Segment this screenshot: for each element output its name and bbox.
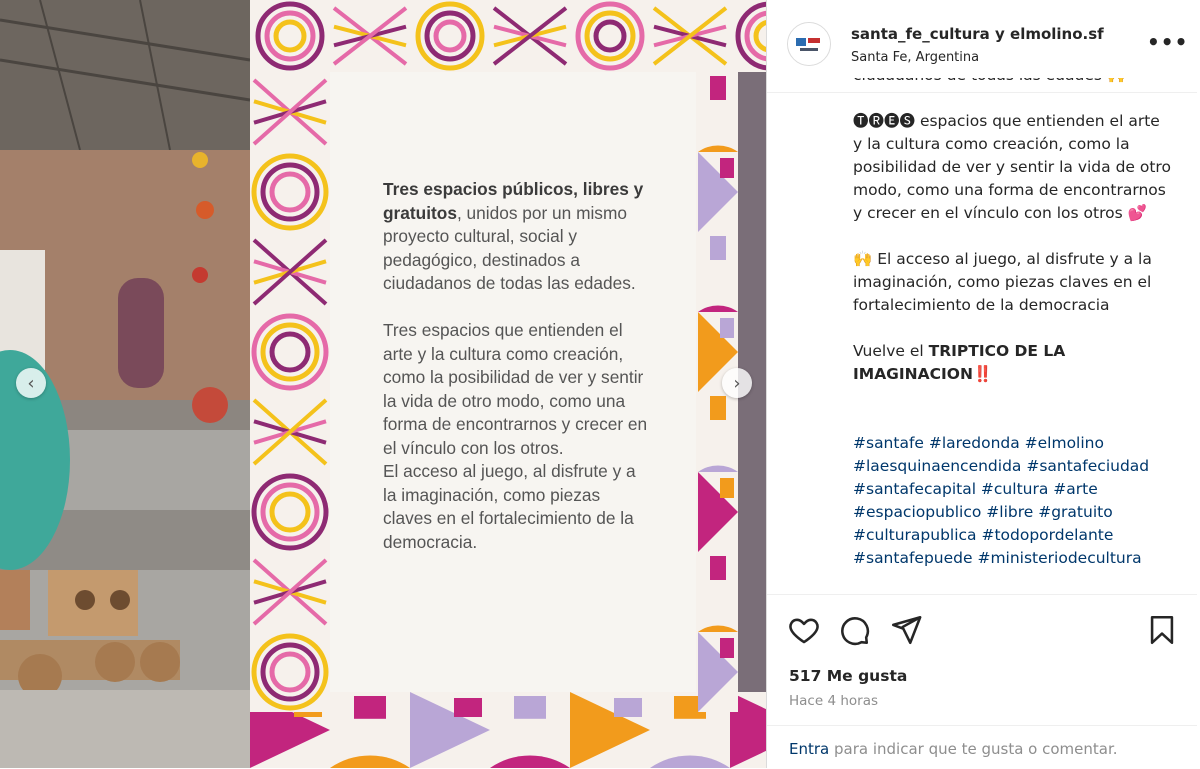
comment-button[interactable] (837, 613, 871, 647)
post-location[interactable]: Santa Fe, Argentina (851, 50, 979, 65)
bookmark-icon (1150, 615, 1174, 645)
carousel-next-button[interactable]: › (722, 368, 752, 398)
login-link[interactable]: Entra (789, 740, 829, 758)
login-prompt: Entra para indicar que te gusta o coment… (767, 725, 1197, 769)
heart-icon (789, 618, 819, 644)
card-paragraph-2: Tres espacios que entienden el arte y la… (383, 320, 648, 458)
post-media[interactable]: Tres espacios públicos, libres y gratuit… (0, 0, 766, 768)
more-horizontal-icon: ••• (1147, 30, 1189, 54)
caption-vuelve-post: ‼️ (972, 365, 993, 383)
caption-hashtags[interactable]: #santafe #laredonda #elmolino #laesquina… (853, 432, 1173, 570)
comment-icon (841, 617, 870, 646)
avatar-logo-icon (788, 23, 830, 65)
caption-tres: 🅣🅡🅔🅢 espacios que entienden el arte y la… (853, 110, 1173, 225)
save-button[interactable] (1145, 613, 1179, 647)
caption-vuelve: Vuelve el TRIPTICO DE LA IMAGINACION‼️ (853, 340, 1173, 386)
card-text: Tres espacios públicos, libres y gratuit… (383, 178, 653, 554)
chevron-right-icon: › (733, 372, 741, 394)
post-caption: ciudadanos de todas las edades 🙌 🅣🅡🅔🅢 es… (853, 78, 1173, 593)
tres-emoji-text: 🅣🅡🅔🅢 (853, 112, 916, 130)
carousel-prev-button[interactable]: ‹ (16, 368, 46, 398)
share-button[interactable] (889, 613, 923, 647)
likes-count[interactable]: 517 Me gusta (789, 667, 907, 685)
caption-acceso: 🙌 El acceso al juego, al disfrute y a la… (853, 250, 1152, 314)
avatar[interactable] (787, 22, 831, 66)
caption-vuelve-pre: Vuelve el (853, 342, 929, 360)
post-timestamp[interactable]: Hace 4 horas (789, 693, 878, 709)
login-prompt-text: para indicar que te gusta o comentar. (834, 740, 1118, 758)
caption-partial-line: ciudadanos de todas las edades 🙌 (853, 78, 1173, 87)
chevron-left-icon: ‹ (27, 372, 35, 394)
more-options-button[interactable]: ••• (1147, 30, 1188, 54)
post-actions (767, 594, 1197, 665)
send-icon (891, 615, 922, 645)
card-paragraph-3: El acceso al juego, al disfrute y a la i… (383, 461, 636, 552)
post-username[interactable]: santa_fe_cultura y elmolino.sf (851, 25, 1104, 43)
like-button[interactable] (787, 613, 821, 647)
post-panel: santa_fe_cultura y elmolino.sf Santa Fe,… (766, 0, 1197, 768)
